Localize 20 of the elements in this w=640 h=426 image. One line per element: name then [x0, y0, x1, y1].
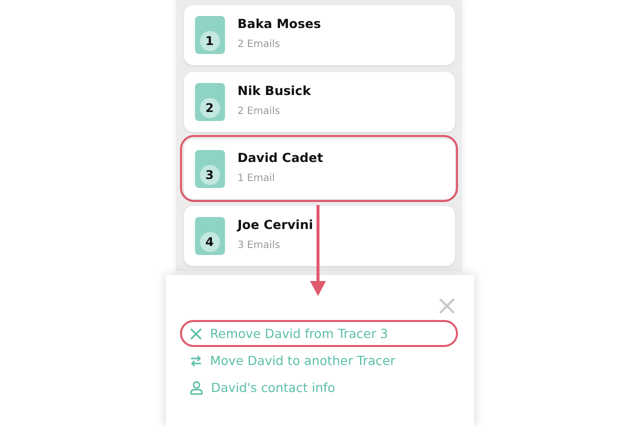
email-count: 2 Emails — [238, 38, 281, 50]
swap-arrows-icon — [190, 354, 202, 366]
contact-card[interactable]: 3 David Cadet 1 Email — [184, 138, 454, 198]
number-badge: 2 — [194, 82, 224, 120]
contact-card[interactable]: 2 Nik Busick 2 Emails — [184, 72, 454, 132]
contact-card[interactable]: 1 Baka Moses 2 Emails — [184, 4, 454, 64]
number-badge: 4 — [194, 216, 224, 254]
contact-name: Baka Moses — [238, 16, 321, 30]
email-count: 1 Email — [238, 172, 276, 184]
contact-card[interactable]: 4 Joe Cervini 3 Emails — [184, 206, 454, 266]
contact-name: David Cadet — [238, 150, 324, 164]
contact-name: Nik Busick — [238, 82, 311, 98]
contact-name: Joe Cervini — [238, 216, 314, 232]
email-count: 3 Emails — [238, 240, 281, 250]
email-count: 2 Emails — [238, 106, 281, 116]
number-badge: 1 — [194, 16, 224, 54]
number-badge: 3 — [194, 150, 224, 188]
close-icon[interactable] — [438, 297, 456, 315]
close-icon — [190, 328, 202, 340]
person-icon — [190, 380, 203, 394]
